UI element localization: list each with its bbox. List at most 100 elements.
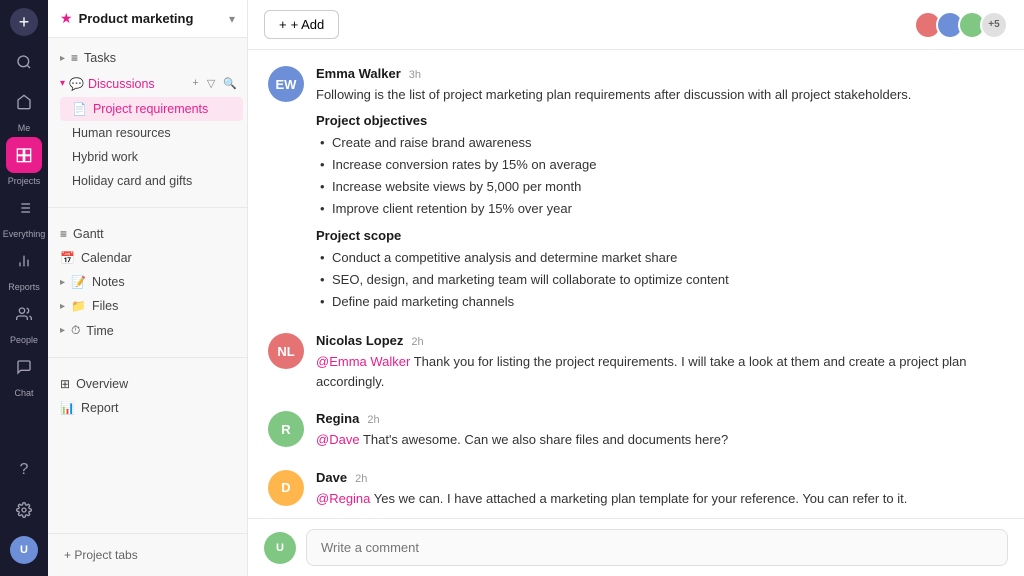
notes-item[interactable]: ▸ 📝 Notes [48, 270, 247, 294]
scope-list: Conduct a competitive analysis and deter… [320, 247, 1004, 313]
discussion-area: EW Emma Walker 3h Following is the list … [248, 50, 1024, 518]
comment-dave: D Dave 2h @Regina Yes we can. I have att… [268, 470, 1004, 518]
list-item: Improve client retention by 15% over yea… [320, 198, 1004, 220]
projects-nav-icon[interactable] [6, 137, 42, 173]
search-discussion-btn[interactable]: 🔍 [221, 75, 239, 92]
discussion-item-human-resources[interactable]: Human resources [60, 121, 243, 145]
time-emma: 3h [409, 69, 421, 81]
time-item[interactable]: ▸ ⏱ Time [48, 318, 247, 343]
filter-discussion-btn[interactable]: ▽ [205, 75, 217, 92]
time-label: Time [86, 324, 113, 338]
discussion-item-label: Holiday card and gifts [72, 174, 192, 188]
chat-nav-icon[interactable] [6, 349, 42, 385]
time-regina: 2h [367, 414, 379, 426]
add-tabs-button[interactable]: + Project tabs [56, 542, 239, 568]
avatar-nicolas: NL [268, 333, 304, 369]
settings-nav-icon[interactable] [6, 492, 42, 528]
overview-label: Overview [76, 377, 128, 391]
comment-header-dave: Dave 2h [316, 470, 1004, 485]
calendar-label: Calendar [81, 251, 132, 265]
comment-header-emma: Emma Walker 3h [316, 66, 1004, 81]
reports-nav-label: Reports [8, 282, 40, 292]
time-dave: 2h [355, 473, 367, 485]
search-nav-icon[interactable] [6, 44, 42, 80]
star-icon: ★ [60, 10, 73, 27]
author-regina: Regina [316, 411, 359, 426]
comment-header-nicolas: Nicolas Lopez 2h [316, 333, 1004, 348]
list-item: Increase website views by 5,000 per mont… [320, 176, 1004, 198]
calendar-item[interactable]: 📅 Calendar [48, 246, 247, 270]
comment-intro-emma: Following is the list of project marketi… [316, 85, 1004, 105]
me-nav-icon[interactable] [6, 84, 42, 120]
discussion-item-hybrid-work[interactable]: Hybrid work [60, 145, 243, 169]
comment-header-regina: Regina 2h [316, 411, 1004, 426]
comment-emma: EW Emma Walker 3h Following is the list … [268, 66, 1004, 313]
comment-nicolas: NL Nicolas Lopez 2h @Emma Walker Thank y… [268, 333, 1004, 391]
files-item[interactable]: ▸ 📁 Files [48, 294, 247, 318]
list-item: Increase conversion rates by 15% on aver… [320, 154, 1004, 176]
everything-nav-label: Everything [3, 229, 46, 239]
list-item: Create and raise brand awareness [320, 132, 1004, 154]
report-item[interactable]: 📊 Report [48, 396, 247, 420]
avatar-regina: R [268, 411, 304, 447]
avatar-emma: EW [268, 66, 304, 102]
nav-bar: + Me Projects Everything Reports People [0, 0, 48, 576]
list-item: Conduct a competitive analysis and deter… [320, 247, 1004, 269]
comment-regina: R Regina 2h @Dave That's awesome. Can we… [268, 411, 1004, 450]
list-item: SEO, design, and marketing team will col… [320, 269, 1004, 291]
expand-icon: ▸ [60, 53, 65, 64]
discussions-icon: 💬 [69, 77, 84, 91]
add-button[interactable]: + + Add [264, 10, 339, 39]
add-plus-icon: + [279, 17, 287, 32]
notes-label: Notes [92, 275, 125, 289]
comment-content-dave: Yes we can. I have attached a marketing … [374, 491, 908, 506]
expand-notes-icon: ▸ [60, 277, 65, 288]
mention-regina: @Regina [316, 491, 370, 506]
add-discussion-btn[interactable]: + [190, 75, 200, 92]
discussion-item-label: Human resources [72, 126, 171, 140]
projects-nav-label: Projects [8, 176, 41, 186]
doc-icon: 📄 [72, 102, 87, 116]
discussion-item-project-requirements[interactable]: 📄 Project requirements [60, 97, 243, 121]
discussion-item-label: Project requirements [93, 102, 208, 116]
author-nicolas: Nicolas Lopez [316, 333, 403, 348]
chat-nav-label: Chat [14, 388, 33, 398]
expand-discussions-icon: ▾ [60, 78, 65, 89]
gantt-item[interactable]: ≡ Gantt [48, 222, 247, 246]
files-label: Files [92, 299, 118, 313]
help-nav-icon[interactable]: ? [6, 452, 42, 488]
gantt-icon: ≡ [60, 227, 67, 241]
comment-body-regina: Regina 2h @Dave That's awesome. Can we a… [316, 411, 1004, 450]
avatar-more[interactable]: +5 [980, 11, 1008, 39]
discussions-label: Discussions [88, 77, 155, 91]
objectives-list: Create and raise brand awareness Increas… [320, 132, 1004, 220]
comment-input[interactable] [306, 529, 1008, 566]
add-tabs-label: + Project tabs [64, 548, 138, 562]
overview-icon: ⊞ [60, 377, 70, 391]
chevron-down-icon[interactable]: ▾ [229, 12, 235, 26]
discussion-item-holiday-card[interactable]: Holiday card and gifts [60, 169, 243, 193]
comment-body-emma: Emma Walker 3h Following is the list of … [316, 66, 1004, 313]
calendar-icon: 📅 [60, 251, 75, 265]
report-label: Report [81, 401, 119, 415]
current-user-avatar: U [264, 532, 296, 564]
files-box-icon: 📁 [71, 299, 86, 313]
sidebar-header: ★ Product marketing ▾ [48, 0, 247, 38]
everything-nav-icon[interactable] [6, 190, 42, 226]
section-heading-objectives: Project objectives [316, 113, 1004, 128]
mention-dave: @Dave [316, 432, 360, 447]
global-add-button[interactable]: + [10, 8, 38, 36]
comment-content-regina: That's awesome. Can we also share files … [363, 432, 728, 447]
user-avatar-nav[interactable]: U [10, 536, 38, 564]
gantt-label: Gantt [73, 227, 104, 241]
tasks-section-header[interactable]: ▸ ≡ Tasks [48, 46, 247, 70]
people-nav-icon[interactable] [6, 296, 42, 332]
overview-item[interactable]: ⊞ Overview [48, 372, 247, 396]
main-content: + + Add +5 EW Emma Walker 3h [248, 0, 1024, 576]
reports-nav-icon[interactable] [6, 243, 42, 279]
mention-emma: @Emma Walker [316, 354, 410, 369]
avatars-group: +5 [914, 11, 1008, 39]
sidebar-divider-1 [48, 207, 247, 208]
comment-text-dave: @Regina Yes we can. I have attached a ma… [316, 489, 1004, 509]
top-bar: + + Add +5 [248, 0, 1024, 50]
